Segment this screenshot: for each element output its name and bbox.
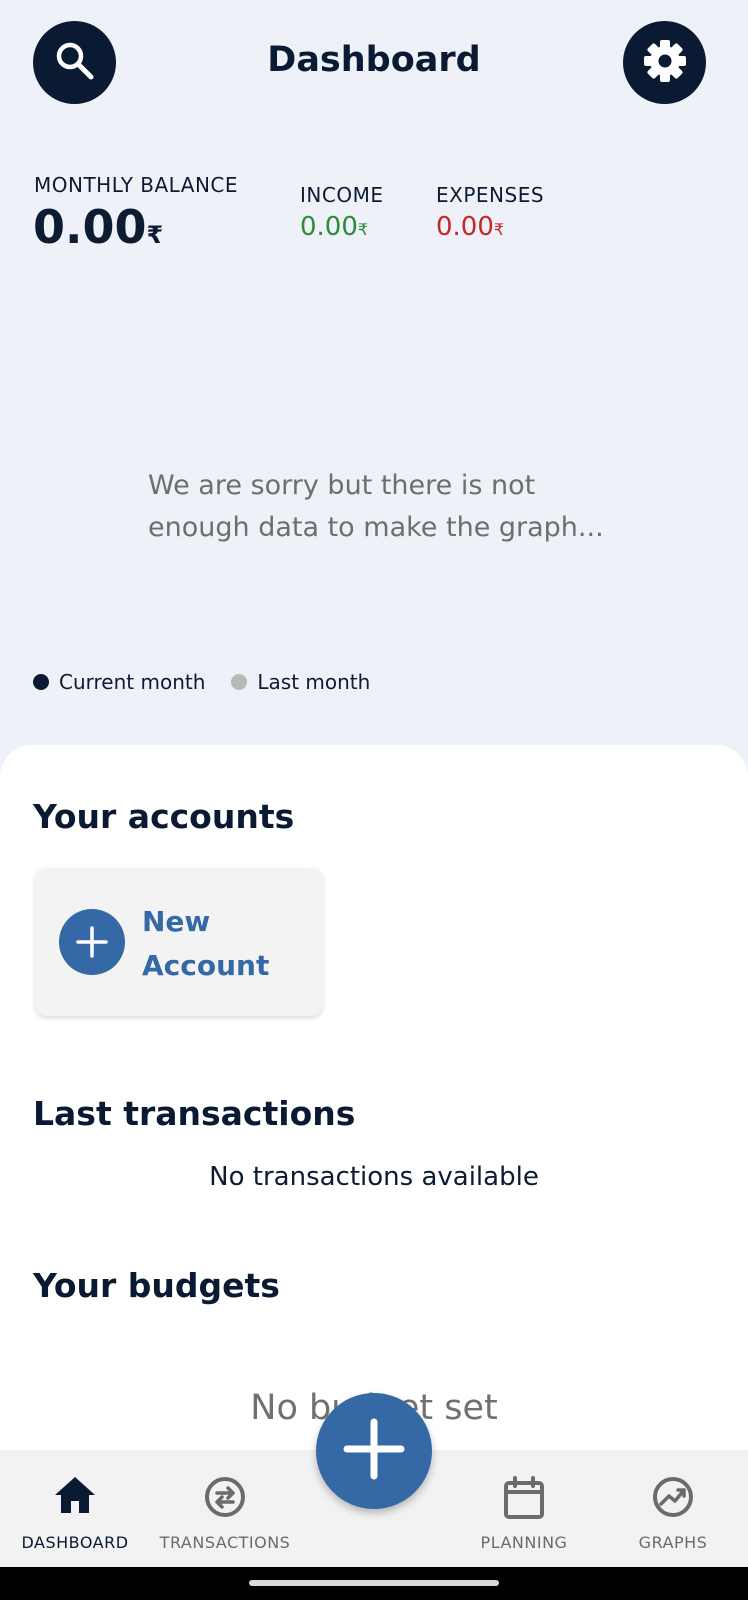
- nav-dashboard[interactable]: DASHBOARD: [0, 1450, 150, 1567]
- nav-label: GRAPHS: [638, 1533, 708, 1552]
- transactions-title: Last transactions: [33, 1094, 356, 1133]
- balance-amount: 0.00: [33, 200, 147, 254]
- expenses-value: 0.00₹: [436, 212, 504, 242]
- plus-icon: [341, 1416, 407, 1486]
- home-icon: [0, 1475, 150, 1515]
- new-account-label-line2: Account: [142, 949, 270, 982]
- budgets-title: Your budgets: [33, 1266, 280, 1305]
- legend-label: Last month: [257, 670, 371, 694]
- nav-label: DASHBOARD: [21, 1533, 129, 1552]
- settings-button[interactable]: [623, 21, 706, 104]
- monthly-balance-value: 0.00₹: [33, 200, 163, 254]
- transactions-empty-message: No transactions available: [209, 1162, 539, 1192]
- expenses-label: EXPENSES: [436, 183, 545, 207]
- nav-label: TRANSACTIONS: [159, 1533, 291, 1552]
- expenses-amount: 0.00: [436, 212, 494, 242]
- plus-icon: [59, 909, 125, 975]
- chart-icon: [598, 1475, 748, 1519]
- accounts-title: Your accounts: [33, 797, 295, 836]
- new-account-label-line1: New: [142, 905, 211, 938]
- system-navigation-bar: [0, 1567, 748, 1600]
- legend-label: Current month: [59, 670, 206, 694]
- add-transaction-button[interactable]: [316, 1393, 432, 1509]
- graph-legend: Current month Last month: [33, 670, 396, 694]
- monthly-balance-label: MONTHLY BALANCE: [34, 173, 239, 197]
- legend-dot-icon: [231, 674, 248, 690]
- income-label: INCOME: [300, 183, 384, 207]
- currency-symbol: ₹: [493, 220, 505, 239]
- currency-symbol: ₹: [146, 221, 164, 249]
- new-account-button[interactable]: New Account: [35, 868, 323, 1016]
- gear-icon: [641, 37, 689, 89]
- currency-symbol: ₹: [357, 220, 369, 239]
- nav-graphs[interactable]: GRAPHS: [598, 1450, 748, 1567]
- app-header: Dashboard: [0, 0, 748, 130]
- nav-transactions[interactable]: TRANSACTIONS: [150, 1450, 300, 1567]
- nav-label: PLANNING: [480, 1533, 568, 1552]
- income-value: 0.00₹: [300, 212, 368, 242]
- calendar-icon: [449, 1475, 599, 1521]
- home-indicator[interactable]: [249, 1580, 499, 1586]
- legend-current-month: Current month: [33, 670, 205, 694]
- income-amount: 0.00: [300, 212, 358, 242]
- legend-dot-icon: [33, 674, 49, 690]
- graph-empty-message: We are sorry but there is not enough dat…: [148, 470, 604, 543]
- nav-planning[interactable]: PLANNING: [449, 1450, 599, 1567]
- new-account-label: New Account: [142, 900, 269, 988]
- legend-last-month: Last month: [231, 670, 370, 694]
- transfer-icon: [150, 1475, 300, 1519]
